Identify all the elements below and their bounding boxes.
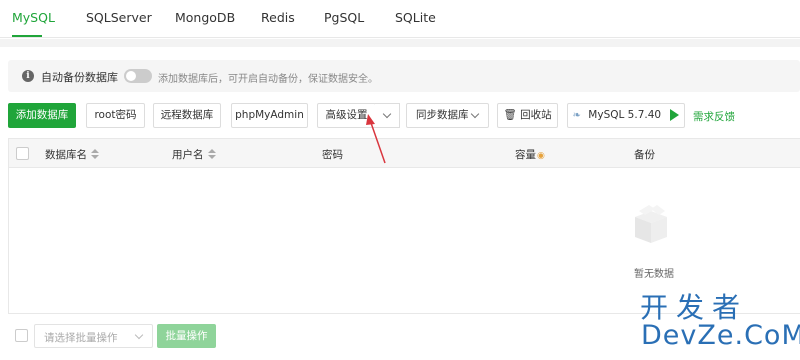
section-divider xyxy=(0,39,800,47)
column-header-db-name[interactable]: 数据库名 xyxy=(45,147,99,162)
chevron-down-icon xyxy=(134,330,144,340)
empty-state-text: 暂无数据 xyxy=(634,269,674,280)
mysql-version-button[interactable]: ❧ MySQL 5.7.40 xyxy=(567,103,685,128)
feedback-link[interactable]: 需求反馈 xyxy=(693,109,735,124)
remote-database-button[interactable]: 远程数据库 xyxy=(153,103,221,128)
empty-box-icon xyxy=(635,205,667,243)
sort-icon xyxy=(91,149,99,159)
auto-backup-hint: 添加数据库后，可开启自动备份，保证数据安全。 xyxy=(158,74,378,85)
sync-database-button[interactable]: 同步数据库 xyxy=(406,103,489,128)
tab-sqlite[interactable]: SQLite xyxy=(395,10,436,25)
sync-database-label: 同步数据库 xyxy=(416,109,469,121)
column-header-password: 密码 xyxy=(322,149,343,161)
recycle-bin-button[interactable]: 🗑 回收站 xyxy=(497,103,558,128)
play-icon xyxy=(670,109,680,121)
recycle-bin-label: 回收站 xyxy=(520,109,552,121)
auto-backup-notice: i 自动备份数据库 添加数据库后，可开启自动备份，保证数据安全。 xyxy=(8,60,800,92)
watermark-logo-en: DevZe.CoM xyxy=(641,320,800,351)
tab-mysql[interactable]: MySQL xyxy=(12,10,55,25)
batch-select-placeholder: 请选择批量操作 xyxy=(44,332,118,344)
toggle-knob xyxy=(126,71,136,81)
database-type-tabs: MySQL SQLServer MongoDB Redis PgSQL SQLi… xyxy=(0,0,800,38)
table-header: 数据库名 用户名 密码 容量◉ 备份 xyxy=(9,139,800,168)
tab-redis[interactable]: Redis xyxy=(261,10,295,25)
info-icon: i xyxy=(22,70,34,82)
column-header-username[interactable]: 用户名 xyxy=(172,147,216,162)
auto-backup-label: 自动备份数据库 xyxy=(41,71,118,84)
sort-icon xyxy=(207,149,216,159)
root-password-button[interactable]: root密码 xyxy=(86,103,145,128)
select-all-checkbox[interactable] xyxy=(16,147,29,160)
annotation-arrow xyxy=(366,114,386,164)
tab-sqlserver[interactable]: SQLServer xyxy=(86,10,152,25)
column-header-backup: 备份 xyxy=(634,149,655,161)
auto-backup-toggle[interactable] xyxy=(124,69,152,83)
mysql-logo-icon: ❧ xyxy=(572,110,581,121)
tab-mongodb[interactable]: MongoDB xyxy=(175,10,235,25)
add-database-button[interactable]: 添加数据库 xyxy=(8,103,76,128)
batch-operation-select[interactable]: 请选择批量操作 xyxy=(34,324,153,348)
tab-pgsql[interactable]: PgSQL xyxy=(324,10,364,25)
phpmyadmin-button[interactable]: phpMyAdmin xyxy=(231,103,308,128)
column-header-capacity: 容量◉ xyxy=(515,149,545,161)
bottom-select-checkbox[interactable] xyxy=(15,329,28,342)
eye-icon[interactable]: ◉ xyxy=(537,151,545,161)
mysql-version-label: MySQL 5.7.40 xyxy=(588,109,662,121)
batch-operation-button[interactable]: 批量操作 xyxy=(157,324,216,348)
active-tab-indicator xyxy=(12,35,42,37)
trash-icon: 🗑 xyxy=(503,109,517,121)
chevron-down-icon xyxy=(470,109,480,119)
